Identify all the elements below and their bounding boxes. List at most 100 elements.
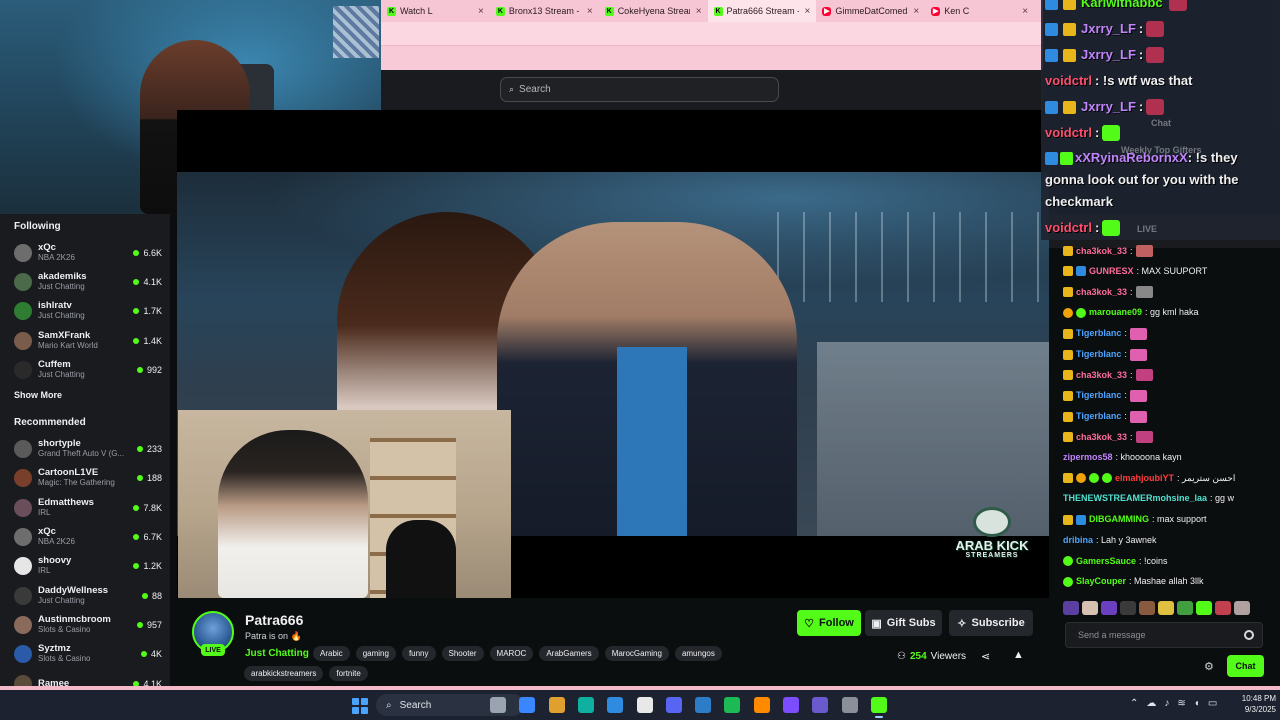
emote-icon[interactable] bbox=[1158, 601, 1174, 615]
mic-icon[interactable]: ♪ bbox=[1164, 698, 1169, 709]
emoji-picker-icon[interactable] bbox=[1244, 630, 1254, 640]
system-tray[interactable]: ⌃ ☁ ♪ ≋ ◖ ▭ bbox=[1130, 698, 1217, 709]
close-tab-icon[interactable]: × bbox=[1022, 6, 1028, 17]
share-icon[interactable]: ⋖ bbox=[981, 650, 990, 663]
stream-tag[interactable]: MAROC bbox=[489, 646, 534, 661]
browser-tab[interactable]: KBronx13 Stream - Watch Li × bbox=[490, 0, 599, 22]
subscribe-button[interactable]: ✧ Subscribe bbox=[949, 610, 1033, 636]
emote-icon[interactable] bbox=[1063, 601, 1079, 615]
taskbar-app-icon[interactable] bbox=[812, 697, 829, 713]
taskbar-app-icon[interactable] bbox=[695, 697, 712, 713]
emote-bar[interactable] bbox=[1063, 600, 1277, 616]
chat-username[interactable]: THENEWSTREAMERmohsine_laa bbox=[1063, 493, 1207, 504]
sidebar-channel-item[interactable]: Cuffem Just Chatting 992 bbox=[0, 355, 170, 384]
send-chat-button[interactable]: Chat bbox=[1227, 655, 1264, 677]
chat-username[interactable]: marouane09 bbox=[1089, 307, 1142, 318]
browser-tab[interactable]: KPatra666 Stream - Watch L × bbox=[707, 0, 817, 22]
taskbar-app-icon[interactable] bbox=[607, 697, 624, 713]
sidebar-channel-item[interactable]: Syztmz Slots & Casino 4K bbox=[0, 640, 170, 669]
chat-username[interactable]: cha3kok_33 bbox=[1076, 370, 1127, 381]
chat-username[interactable]: elmahjoubiYT bbox=[1115, 473, 1174, 484]
stream-tag[interactable]: arabkickstreamers bbox=[244, 666, 324, 681]
stream-tag[interactable]: Shooter bbox=[441, 646, 484, 661]
emote-icon[interactable] bbox=[1234, 601, 1250, 615]
chat-message-input[interactable]: Send a message bbox=[1065, 622, 1263, 648]
emote-icon[interactable] bbox=[1177, 601, 1193, 615]
stream-tag[interactable]: gaming bbox=[355, 646, 396, 661]
chat-username[interactable]: Tigerblanc bbox=[1076, 411, 1121, 422]
taskbar-app-icon[interactable] bbox=[577, 697, 594, 713]
wifi-icon[interactable]: ≋ bbox=[1177, 698, 1185, 709]
sidebar-channel-item[interactable]: SamXFrank Mario Kart World 1.4K bbox=[0, 326, 170, 355]
sidebar-channel-item[interactable]: CartoonL1VE Magic: The Gathering 188 bbox=[0, 464, 170, 493]
channel-name[interactable]: Patra666 bbox=[245, 612, 303, 628]
chat-username[interactable]: cha3kok_33 bbox=[1076, 287, 1127, 298]
emote-icon[interactable] bbox=[1120, 601, 1136, 615]
battery-icon[interactable]: ▭ bbox=[1208, 698, 1217, 709]
sidebar-channel-item[interactable]: xQc NBA 2K26 6.6K bbox=[0, 238, 170, 267]
stream-category[interactable]: Just Chatting bbox=[245, 648, 309, 659]
sidebar-channel-item[interactable]: Austinmcbroom Slots & Casino 957 bbox=[0, 610, 170, 639]
emote-icon[interactable] bbox=[1215, 601, 1231, 615]
close-tab-icon[interactable]: × bbox=[478, 6, 484, 17]
emote-icon[interactable] bbox=[1082, 601, 1098, 615]
sidebar-channel-item[interactable]: shortyple Grand Theft Auto V (G... 233 bbox=[0, 434, 170, 463]
chat-username[interactable]: Tigerblanc bbox=[1076, 349, 1121, 360]
chat-username[interactable]: GamersSauce bbox=[1076, 556, 1136, 567]
chat-settings-gear-icon[interactable]: ⚙ bbox=[1204, 660, 1214, 673]
chevron-up-icon[interactable]: ⌃ bbox=[1130, 698, 1138, 709]
show-more-link[interactable]: Show More bbox=[0, 384, 170, 410]
close-tab-icon[interactable]: × bbox=[805, 6, 811, 17]
browser-tab[interactable]: K Watch L × bbox=[381, 0, 490, 22]
windows-start-icon[interactable] bbox=[352, 698, 368, 714]
chat-username[interactable]: DIBGAMMING bbox=[1089, 514, 1149, 525]
taskbar-app-icon[interactable] bbox=[753, 697, 770, 713]
taskbar-app-icon[interactable] bbox=[841, 697, 858, 713]
chat-username[interactable]: SlayCouper bbox=[1076, 576, 1126, 587]
taskbar-app-icon[interactable] bbox=[870, 697, 887, 718]
sidebar-channel-item[interactable]: shoovy IRL 1.2K bbox=[0, 552, 170, 581]
browser-address-bar[interactable] bbox=[381, 22, 1043, 46]
gift-subs-button[interactable]: ▣ Gift Subs bbox=[865, 610, 942, 636]
browser-tab[interactable]: ▶GimmeDatComedy - crazy × bbox=[816, 0, 925, 22]
stream-tag[interactable]: funny bbox=[401, 646, 436, 661]
chat-username[interactable]: cha3kok_33 bbox=[1076, 246, 1127, 257]
stream-tag[interactable]: ArabGamers bbox=[539, 646, 599, 661]
follow-button[interactable]: ♡ Follow bbox=[797, 610, 861, 636]
stream-tag[interactable]: MarocGaming bbox=[604, 646, 669, 661]
close-tab-icon[interactable]: × bbox=[587, 6, 593, 17]
close-tab-icon[interactable]: × bbox=[696, 6, 702, 17]
video-player[interactable]: ARAB KICK STREAMERS bbox=[177, 110, 1049, 598]
search-input[interactable]: ⌕ Search bbox=[500, 77, 779, 102]
report-icon[interactable]: ▲ bbox=[1013, 649, 1024, 661]
volume-icon[interactable]: ◖ bbox=[1194, 698, 1200, 709]
chat-username[interactable]: zipermos58 bbox=[1063, 452, 1113, 463]
sidebar-channel-item[interactable]: ishlratv Just Chatting 1.7K bbox=[0, 297, 170, 326]
chat-username[interactable]: cha3kok_33 bbox=[1076, 432, 1127, 443]
chat-username[interactable]: Tigerblanc bbox=[1076, 390, 1121, 401]
stream-tag[interactable]: amungos bbox=[674, 646, 722, 661]
emote-icon[interactable] bbox=[1101, 601, 1117, 615]
sidebar-channel-item[interactable]: xQc NBA 2K26 6.7K bbox=[0, 522, 170, 551]
taskbar-app-icon[interactable] bbox=[665, 697, 682, 713]
stream-tag[interactable]: fortnite bbox=[329, 666, 368, 681]
taskbar-clock[interactable]: 10:48 PM 9/3/2025 bbox=[1228, 693, 1276, 715]
sidebar-channel-item[interactable]: DaddyWellness Just Chatting 88 bbox=[0, 581, 170, 610]
taskbar-app-icon[interactable] bbox=[548, 697, 565, 713]
sidebar-channel-item[interactable]: akademiks Just Chatting 4.1K bbox=[0, 267, 170, 296]
taskbar-app-icon[interactable] bbox=[519, 697, 536, 713]
emote-icon[interactable] bbox=[1139, 601, 1155, 615]
browser-tab[interactable]: ▶ Ken C × bbox=[925, 0, 1034, 22]
sidebar-channel-item[interactable]: Ramee 4.1K bbox=[0, 669, 170, 686]
taskbar-app-icon[interactable] bbox=[636, 697, 653, 713]
taskbar-app-icon[interactable] bbox=[724, 697, 741, 713]
chat-username[interactable]: GUNRESX bbox=[1089, 266, 1134, 277]
close-tab-icon[interactable]: × bbox=[913, 6, 919, 17]
browser-tab[interactable]: KCokeHyena Stream - Watc × bbox=[599, 0, 708, 22]
cloud-icon[interactable]: ☁ bbox=[1146, 698, 1156, 709]
stream-tag[interactable]: Arabic bbox=[313, 646, 350, 661]
chat-username[interactable]: dribina bbox=[1063, 535, 1093, 546]
sidebar-channel-item[interactable]: Edmatthews IRL 7.8K bbox=[0, 493, 170, 522]
taskbar-app-icon[interactable] bbox=[490, 697, 506, 713]
chat-username[interactable]: Tigerblanc bbox=[1076, 328, 1121, 339]
